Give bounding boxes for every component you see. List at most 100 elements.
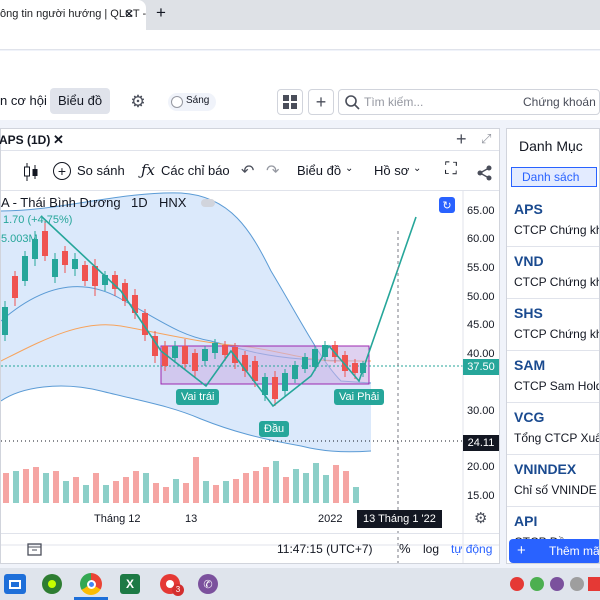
fullscreen-icon[interactable]: ⛶ (445, 159, 457, 179)
watchlist-symbol: APS (514, 201, 543, 217)
search-category[interactable]: Chứng khoán (523, 95, 596, 109)
redo-icon[interactable]: ↷ (266, 161, 279, 181)
function-icon: ƒx (141, 161, 156, 179)
share-icon[interactable] (477, 165, 493, 181)
volume-text: 5.003M (1, 233, 38, 245)
chart-tab-row: APS (1D) ✕ + ⤢ (0, 129, 499, 151)
add-circle-icon: + (53, 162, 71, 180)
nav-opportunities[interactable]: n cơ hội (0, 88, 55, 114)
watchlist-symbol: VND (514, 253, 544, 269)
main-toolbar: n cơ hội Biểu đồ ⚙ Sáng + Tìm kiếm... Ch… (0, 84, 600, 120)
price-tick: 50.00 (467, 291, 495, 303)
price-tick: 30.00 (467, 405, 495, 417)
search-input[interactable]: Tìm kiếm... (364, 95, 423, 109)
right-shoulder-label[interactable]: Vai Phải (334, 389, 385, 405)
add-symbol-button[interactable]: + Thêm mã (509, 539, 600, 563)
chart-button[interactable]: Biểu đồ (50, 88, 111, 114)
watchlist-symbol: SHS (514, 305, 543, 321)
notification-badge: 3 (172, 584, 184, 596)
watchlist-title: Danh Mục (519, 138, 583, 154)
profile-dropdown[interactable]: Hồ sơ (374, 163, 409, 178)
price-chart[interactable] (1, 191, 499, 563)
watchlist-symbol: VCG (514, 409, 545, 425)
excel-icon[interactable]: X (120, 574, 140, 594)
os-taskbar: X 3 ✆ (0, 568, 600, 600)
chevron-down-icon: ⌄ (345, 163, 354, 174)
watchlist-name: CTCP Chứng kh (514, 275, 600, 289)
auto-toggle[interactable]: tự động (451, 542, 492, 556)
legend-collapse-icon[interactable] (201, 199, 215, 207)
watchlist-item[interactable]: VCG Tổng CTCP Xuấ (507, 403, 600, 455)
price-tick: 55.00 (467, 262, 495, 274)
layout-grid-button[interactable] (277, 89, 303, 115)
auto-scale-icon[interactable]: ↻ (439, 197, 455, 213)
watchlist-symbol: API (514, 513, 538, 529)
chart-settings-gear-icon[interactable]: ⚙ (474, 509, 487, 527)
theme-toggle[interactable]: Sáng (168, 93, 216, 111)
plus-icon: + (315, 91, 327, 112)
head-label[interactable]: Đầu (259, 421, 290, 437)
watchlist-panel: Danh Mục Danh sách APS CTCP Chứng kh VND… (506, 128, 600, 564)
undo-icon[interactable]: ↶ (241, 161, 254, 181)
price-tick: 15.00 (467, 490, 495, 502)
tray-icon[interactable] (550, 577, 564, 591)
add-button[interactable]: + (308, 89, 334, 115)
search-box[interactable]: Tìm kiếm... Chứng khoán (338, 89, 600, 115)
chart-panel: APS (1D) ✕ + ⤢ + So sánh ƒx Các chỉ báo … (0, 128, 500, 564)
add-chart-icon[interactable]: + (456, 129, 467, 150)
chrome-icon[interactable] (80, 573, 102, 595)
price-tick: 45.00 (467, 319, 495, 331)
time-label: 13 (185, 513, 198, 525)
change-text: 1.70 (+4.75%) (3, 214, 73, 226)
app-subheader (0, 51, 600, 84)
chevron-down-icon: ⌄ (413, 163, 422, 174)
watchlist-name: Chỉ số VNINDE (514, 483, 597, 497)
candlestick-icon[interactable] (23, 163, 39, 181)
compare-label: So sánh (77, 163, 125, 178)
chart-type-dropdown[interactable]: Biểu đồ (297, 163, 341, 178)
close-tab-icon[interactable]: ✕ (53, 132, 64, 148)
legend-interval: 1D (131, 195, 148, 210)
tray-icon[interactable] (530, 577, 544, 591)
log-toggle[interactable]: log (423, 542, 439, 556)
watchlist-tab[interactable]: Danh sách (511, 167, 597, 187)
time-label: 2022 (318, 513, 343, 525)
watchlist-item[interactable]: VNINDEX Chỉ số VNINDE (507, 455, 599, 507)
watchlist-name: Tổng CTCP Xuấ (514, 431, 600, 445)
date-range-icon[interactable] (27, 542, 43, 556)
app-header-strip (0, 30, 600, 50)
tray-icon[interactable] (570, 577, 584, 591)
legend-exchange: HNX (159, 195, 187, 210)
price-tick: 65.00 (467, 205, 495, 217)
watchlist-item[interactable]: SAM CTCP Sam Hold (507, 351, 600, 403)
tray-icon[interactable] (510, 577, 524, 591)
last-price-label: 37.50 (463, 359, 499, 375)
new-tab-icon[interactable]: + (156, 3, 166, 23)
watchlist-name: CTCP Sam Hold (514, 379, 600, 393)
volume-marker-label: 24.11 (463, 435, 499, 451)
chart-status-bar: 11:47:15 (UTC+7) % log tự động (1, 533, 499, 563)
settings-gear-icon[interactable]: ⚙ (128, 92, 148, 112)
crosshair-time-label: 13 Tháng 1 '22 (357, 510, 442, 528)
viber-icon[interactable]: ✆ (198, 574, 218, 594)
browser-tabbar: ông tin người hướng | QLCT - ✕ + (0, 0, 600, 30)
indicators-label: Các chỉ báo (161, 163, 230, 178)
watchlist-item[interactable]: SHS CTCP Chứng kh (507, 299, 599, 351)
add-symbol-label: Thêm mã (549, 544, 600, 558)
plus-icon: + (517, 542, 526, 559)
tab-close-icon[interactable]: ✕ (124, 7, 134, 21)
watchlist-item[interactable]: VND CTCP Chứng kh (507, 247, 600, 299)
app-icon[interactable] (42, 574, 62, 594)
percent-toggle[interactable]: % (399, 541, 411, 556)
toggle-knob (171, 96, 183, 108)
price-tick: 20.00 (467, 461, 495, 473)
watchlist-item[interactable]: APS CTCP Chứng kh (507, 195, 600, 247)
left-shoulder-label[interactable]: Vai trái (176, 389, 220, 405)
watchlist-name: CTCP Chứng kh (514, 223, 600, 237)
watchlist-symbol: VNINDEX (514, 461, 577, 477)
tray-icon[interactable] (588, 577, 600, 591)
volume-bars (3, 457, 359, 503)
symbol-tab[interactable]: APS (1D) (0, 133, 50, 147)
app-window-icon[interactable] (4, 574, 26, 594)
expand-icon[interactable]: ⤢ (481, 131, 491, 147)
